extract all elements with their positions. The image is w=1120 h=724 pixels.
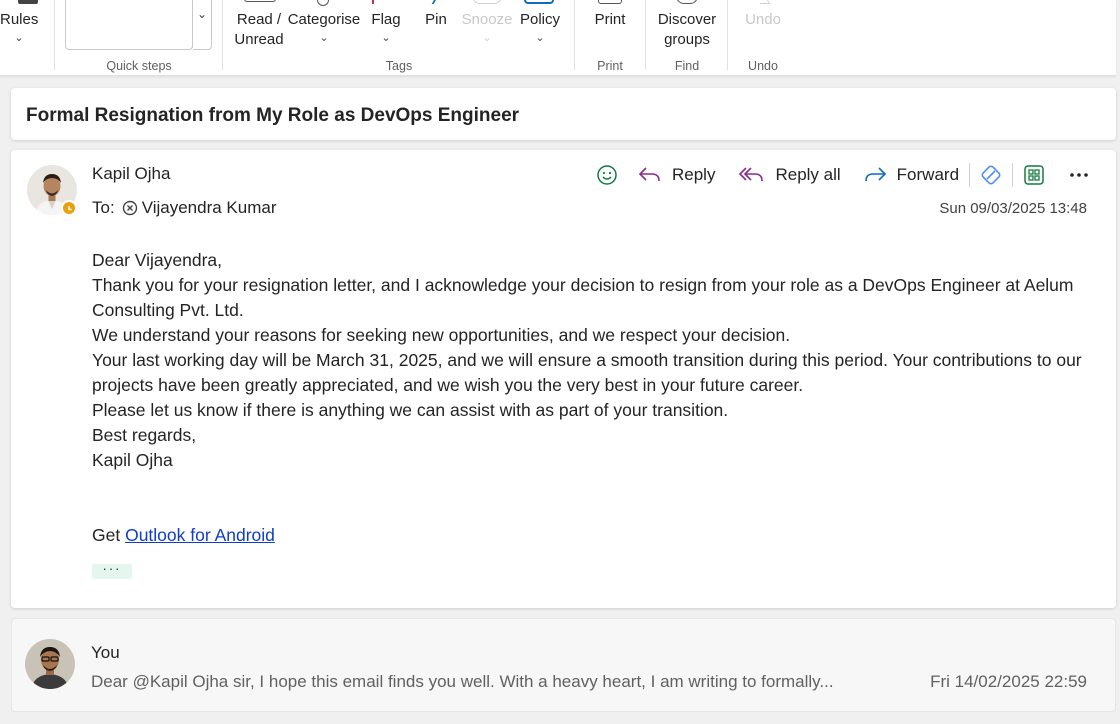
read-unread-label-2: Unread <box>234 31 284 48</box>
categorise-label: Categorise <box>287 11 361 28</box>
discover-label-2: groups <box>664 31 710 48</box>
body-spacer <box>92 473 1082 523</box>
recipient-name[interactable]: Vijayendra Kumar <box>142 198 277 218</box>
policy-icon <box>524 0 554 4</box>
apps-button[interactable] <box>1023 164 1045 186</box>
clock-icon <box>472 0 502 4</box>
quick-steps-expand-button[interactable]: ⌄ <box>193 0 212 50</box>
group-label-quick-steps: Quick steps <box>106 59 172 73</box>
your-avatar <box>25 639 75 689</box>
outlook-android-link[interactable]: Outlook for Android <box>125 525 275 545</box>
rules-button[interactable]: Rules ⌄ <box>0 0 39 44</box>
discover-label-1: Discover <box>657 11 717 28</box>
discover-groups-button[interactable]: Discover groups <box>652 0 722 50</box>
ribbon: Rules ⌄ ⌄ Quick steps Read / Unread Cate… <box>0 0 1116 76</box>
flag-label: Flag <box>371 11 401 28</box>
message-actions: Reply Reply all Forward <box>596 162 1089 188</box>
envelope-icon <box>244 0 276 2</box>
print-label: Print <box>594 11 626 28</box>
group-label-undo: Undo <box>748 59 778 73</box>
pin-label: Pin <box>425 11 447 28</box>
chevron-down-icon: ⌄ <box>381 32 391 44</box>
chevron-down-icon: ⌄ <box>535 32 545 44</box>
print-button[interactable]: Print <box>590 0 630 30</box>
reply-icon <box>638 167 660 182</box>
chevron-down-icon: ⌄ <box>319 32 329 44</box>
emoji-reaction-button[interactable] <box>596 164 618 186</box>
undo-button[interactable]: Undo <box>740 0 786 30</box>
reply-all-label: Reply all <box>775 165 841 184</box>
undo-label: Undo <box>745 11 781 28</box>
reply-all-icon <box>739 167 764 182</box>
body-paragraph: Please let us know if there is anything … <box>92 400 729 420</box>
smiley-icon <box>597 165 617 185</box>
message-body: Dear Vijayendra, Thank you for your resi… <box>92 248 1082 548</box>
presence-away-icon <box>61 200 77 216</box>
body-signature: Kapil Ojha <box>92 450 173 470</box>
ribbon-divider <box>54 0 55 70</box>
loop-component-button[interactable] <box>980 164 1002 186</box>
body-greeting: Dear Vijayendra, <box>92 250 223 270</box>
rules-icon <box>18 0 38 4</box>
previous-snippet: Dear @Kapil Ojha sir, I hope this email … <box>91 672 834 691</box>
ribbon-divider <box>645 0 646 70</box>
reply-label: Reply <box>672 165 716 184</box>
ribbon-divider <box>727 0 728 70</box>
group-label-find: Find <box>674 59 700 73</box>
pin-icon <box>421 0 439 4</box>
flag-button[interactable]: Flag ⌄ <box>368 0 404 44</box>
forward-label: Forward <box>896 165 960 184</box>
previous-date: Fri 14/02/2025 22:59 <box>930 672 1087 691</box>
snooze-label: Snooze <box>461 11 513 28</box>
actions-divider <box>969 163 971 187</box>
rules-label: Rules <box>0 11 39 28</box>
undo-icon <box>755 0 771 4</box>
body-paragraph: We understand your reasons for seeking n… <box>92 325 791 345</box>
group-label-print: Print <box>597 59 623 73</box>
forward-button[interactable]: Forward <box>863 165 959 185</box>
pin-button[interactable]: Pin <box>420 0 452 30</box>
more-horizontal-icon <box>1070 173 1088 177</box>
body-footer: Get Outlook for Android <box>92 523 1082 548</box>
message-card: Kapil Ojha To: Vijayendra Kumar Reply Re… <box>11 150 1116 608</box>
body-closing: Best regards, <box>92 425 197 445</box>
group-label-tags: Tags <box>385 59 413 73</box>
tag-icon <box>317 0 329 6</box>
reply-button[interactable]: Reply <box>638 165 715 185</box>
read-unread-button[interactable]: Read / Unread <box>232 0 286 50</box>
apps-grid-icon <box>1024 165 1044 185</box>
previous-message[interactable]: You Dear @Kapil Ojha sir, I hope this em… <box>11 618 1116 712</box>
ribbon-divider <box>222 0 223 70</box>
sender-name[interactable]: Kapil Ojha <box>92 164 170 184</box>
ribbon-divider <box>574 0 575 70</box>
message-date: Sun 09/03/2025 13:48 <box>939 200 1087 217</box>
more-actions-button[interactable] <box>1069 172 1089 178</box>
read-unread-label-1: Read / <box>236 11 282 28</box>
loop-icon <box>981 165 1001 185</box>
subject-card: Formal Resignation from My Role as DevOp… <box>11 88 1116 140</box>
recipient-status-icon <box>122 200 138 216</box>
to-label: To: <box>92 198 115 217</box>
quick-steps-gallery[interactable] <box>65 0 193 50</box>
discover-icon <box>676 0 698 4</box>
flag-icon <box>372 0 374 4</box>
previous-sender: You <box>91 643 120 662</box>
body-paragraph: Your last working day will be March 31, … <box>92 350 1082 395</box>
policy-label: Policy <box>519 11 560 28</box>
show-trimmed-content-button[interactable]: ··· <box>92 562 132 579</box>
forward-icon <box>864 167 886 182</box>
actions-divider <box>1012 163 1014 187</box>
reply-all-button[interactable]: Reply all <box>739 165 841 185</box>
snooze-button[interactable]: Snooze ⌄ <box>460 0 514 44</box>
recipients-line: To: Vijayendra Kumar <box>92 198 277 218</box>
footer-prefix: Get <box>92 525 126 545</box>
body-paragraph: Thank you for your resignation letter, a… <box>92 275 1074 320</box>
chevron-down-icon: ⌄ <box>482 32 492 44</box>
chevron-down-icon: ⌄ <box>14 32 24 44</box>
email-subject: Formal Resignation from My Role as DevOp… <box>26 105 520 126</box>
printer-icon <box>598 0 622 4</box>
policy-button[interactable]: Policy ⌄ <box>518 0 562 44</box>
categorise-button[interactable]: Categorise ⌄ <box>287 0 361 44</box>
